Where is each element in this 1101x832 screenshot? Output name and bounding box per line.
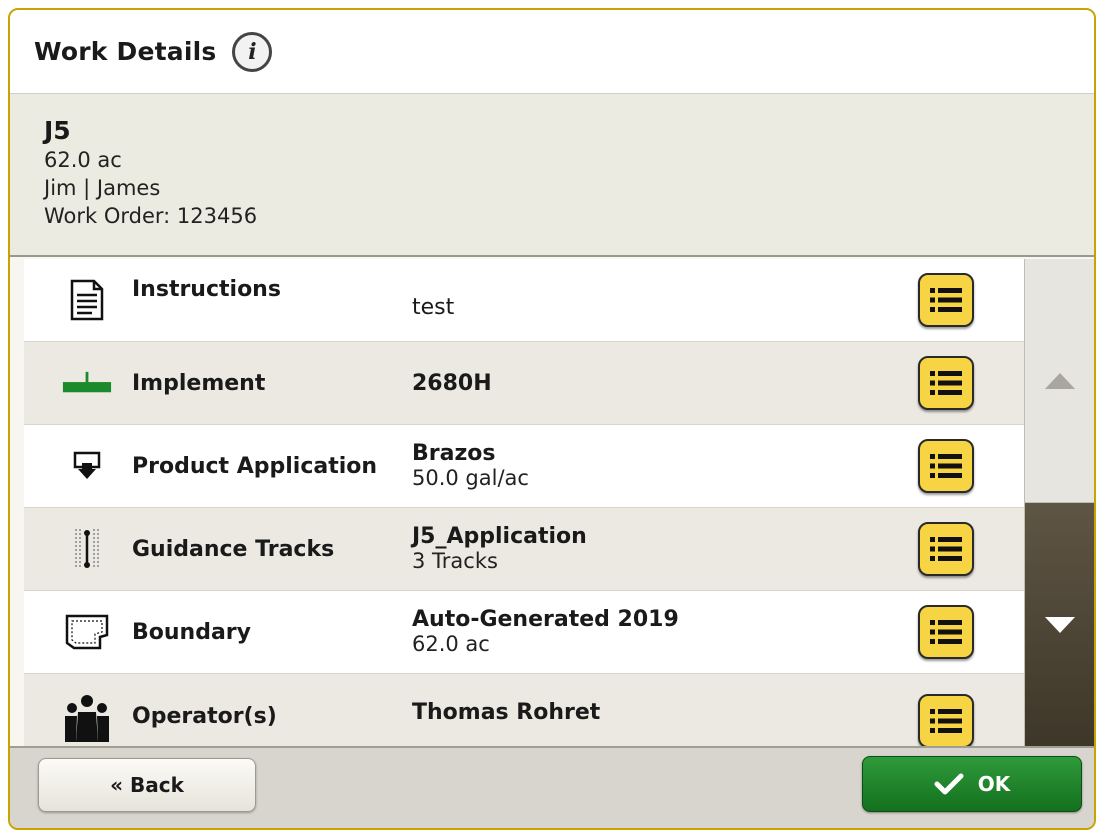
row-value-secondary: 62.0 ac [412, 632, 490, 656]
page-title: Work Details [34, 37, 217, 66]
row-value-secondary: 50.0 gal/ac [412, 466, 529, 490]
list-item-boundary: Boundary Auto-Generated 2019 62.0 ac [24, 591, 1024, 674]
list-item-guidance-tracks: Guidance Tracks J5_Application 3 Tracks [24, 508, 1024, 591]
boundary-icon [62, 607, 112, 657]
row-label: Boundary [132, 619, 251, 645]
scrollbar [1024, 259, 1094, 746]
list-item-instructions: Instructions test [24, 259, 1024, 342]
row-value-primary: Auto-Generated 2019 [412, 607, 679, 632]
work-order: Work Order: 123456 [44, 204, 258, 228]
field-summary: J5 62.0 ac Jim | James Work Order: 12345… [10, 94, 1094, 257]
row-label: Operator(s) [132, 704, 277, 729]
row-label: Implement [132, 370, 266, 396]
list-button[interactable] [918, 605, 974, 659]
details-list: Instructions test Implement 2680H Produc… [24, 259, 1024, 746]
row-value: test [412, 295, 454, 320]
row-value-secondary: 3 Tracks [412, 549, 498, 573]
list-button[interactable] [918, 694, 974, 746]
row-label: Guidance Tracks [132, 536, 335, 562]
field-area: 62.0 ac [44, 148, 122, 172]
row-value: Brazos 50.0 gal/ac [412, 441, 529, 491]
row-value: Auto-Generated 2019 62.0 ac [412, 607, 679, 657]
row-label: Instructions [132, 277, 281, 302]
footer-bar: « Back OK [10, 746, 1094, 828]
guidance-tracks-icon [62, 524, 112, 574]
product-application-icon [62, 441, 112, 491]
list-item-product-application: Product Application Brazos 50.0 gal/ac [24, 425, 1024, 508]
list-button[interactable] [918, 356, 974, 410]
row-label: Product Application [132, 453, 378, 479]
implement-icon [62, 358, 112, 408]
list-item-operators: Operator(s) Thomas Rohret [24, 674, 1024, 746]
ok-button[interactable]: OK [862, 756, 1082, 812]
row-value: Thomas Rohret [412, 700, 600, 725]
row-value-primary: 2680H [412, 370, 492, 396]
scroll-up-button[interactable] [1025, 259, 1094, 503]
info-icon[interactable]: i [232, 31, 273, 72]
field-name: J5 [44, 116, 71, 145]
row-value-primary: Thomas Rohret [412, 700, 601, 725]
row-value-primary: test [412, 295, 455, 320]
ok-label: OK [977, 772, 1011, 796]
list-button[interactable] [918, 439, 974, 493]
row-value-primary: J5_Application [412, 524, 587, 549]
title-bar: Work Details i [10, 10, 1094, 94]
scroll-down-arrow-icon [1044, 616, 1075, 633]
client-farm: Jim | James [44, 176, 161, 200]
list-item-implement: Implement 2680H [24, 342, 1024, 425]
back-button[interactable]: « Back [38, 758, 256, 812]
row-value-primary: Brazos [412, 441, 496, 466]
list-button[interactable] [918, 273, 974, 327]
scroll-up-arrow-icon [1044, 372, 1075, 389]
row-value: 2680H [412, 371, 492, 396]
operators-icon [62, 693, 112, 743]
row-value: J5_Application 3 Tracks [412, 524, 587, 574]
list-button[interactable] [918, 522, 974, 576]
instructions-document-icon [62, 275, 112, 325]
work-details-dialog: Work Details i J5 62.0 ac Jim | James Wo… [8, 8, 1096, 830]
check-icon [934, 772, 964, 796]
scroll-down-button[interactable] [1025, 503, 1094, 746]
